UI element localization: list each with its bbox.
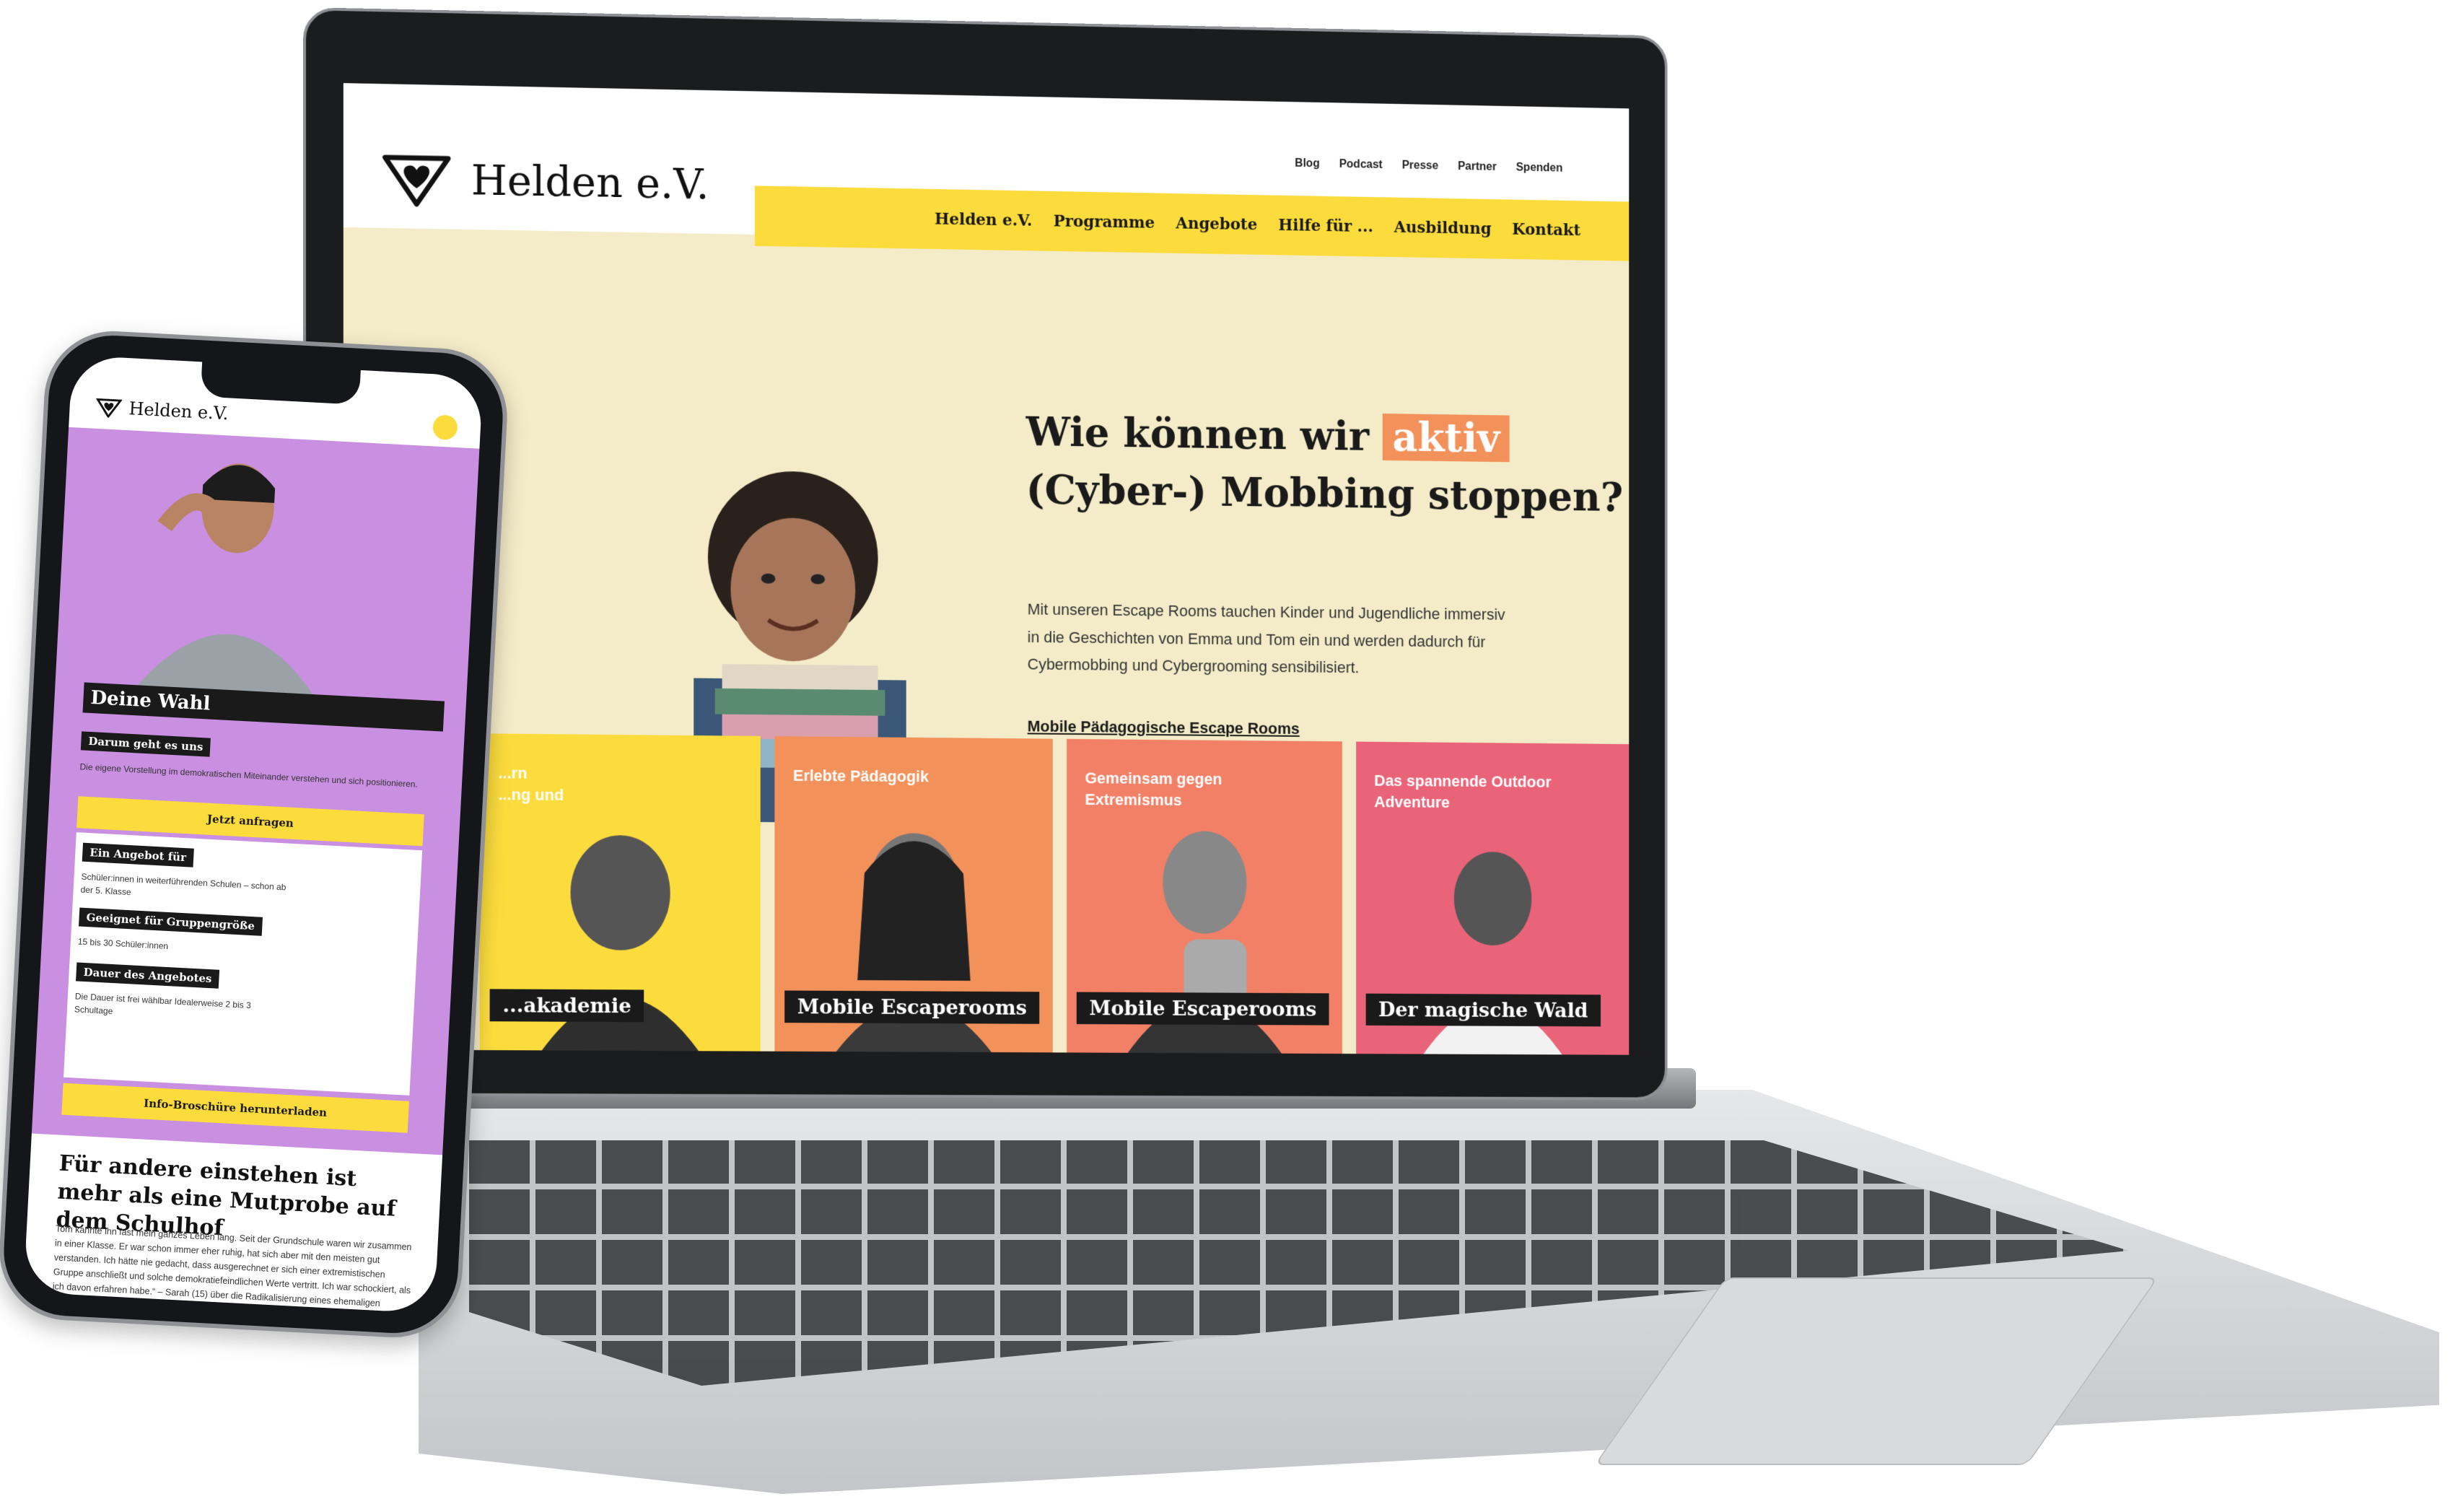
phone-text-2: Schüler:innen in weiterführenden Schulen… [80,871,287,898]
hero-text: Mit unseren Escape Rooms tauchen Kinder … [1027,600,1505,677]
phone-mockup: Helden e.V. Deine Wahl Darum geht es uns… [0,328,511,1341]
meta-nav: Blog Podcast Presse Partner Spenden [1295,157,1562,175]
card-extremismus[interactable]: Gemeinsam gegen Extremismus Mobile Escap… [1067,738,1342,1054]
brand-name: Helden e.V. [471,155,709,209]
phone-hero-photo-shouting-man [126,463,322,708]
program-cards: ...rn ...ng und ...akademie Erlebte Päda… [479,733,1630,1055]
nav-programme[interactable]: Programme [1054,212,1155,232]
meta-nav-presse[interactable]: Presse [1402,159,1438,173]
phone-hero: Deine Wahl Darum geht es uns Die eigene … [31,427,480,1155]
chip-darum: Darum geht es uns [80,731,211,757]
hero-link[interactable]: Mobile Pädagogische Escape Rooms [1028,717,1300,738]
phone-text-3: 15 bis 30 Schüler:innen [77,936,169,952]
phone-text-1: Die eigene Vorstellung im demokratischen… [79,761,419,790]
phone-screen: Helden e.V. Deine Wahl Darum geht es uns… [23,354,484,1314]
nav-ausbildung[interactable]: Ausbildung [1394,218,1492,238]
card-akademie[interactable]: ...rn ...ng und ...akademie [479,733,761,1052]
phone-text-4: Die Dauer ist frei wählbar Idealerweise … [74,991,252,1017]
phone-brand: Helden e.V. [128,398,229,424]
site-logo[interactable]: Helden e.V. [381,150,709,212]
phone-info-box: Ein Angebot für Schüler:innen in weiterf… [64,832,423,1096]
heart-diamond-icon [95,398,123,419]
card-erlebte-paedagogik[interactable]: Erlebte Pädagogik Mobile Escaperooms [774,736,1053,1053]
nav-kontakt[interactable]: Kontakt [1512,220,1580,240]
meta-nav-partner[interactable]: Partner [1458,160,1497,174]
meta-nav-podcast[interactable]: Podcast [1339,158,1383,172]
card-title: Mobile Escaperooms [1076,992,1329,1026]
phone-logo[interactable]: Helden e.V. [95,397,229,424]
nav-angebote[interactable]: Angebote [1176,214,1257,235]
meta-nav-spenden[interactable]: Spenden [1516,162,1563,175]
meta-nav-blog[interactable]: Blog [1295,157,1319,170]
card-magischer-wald[interactable]: Das spannende Outdoor Adventure Der magi… [1356,741,1630,1055]
chip-angebot: Ein Angebot für [82,842,194,868]
heart-diamond-icon [381,150,452,208]
hero-title-highlight: aktiv [1382,413,1510,463]
laptop-screen: Helden e.V. Blog Podcast Presse Partner … [343,83,1630,1055]
card-tag: Erlebte Pädagogik [792,766,929,786]
hero-title: Wie können wir aktiv (Cyber-) Mobbing st… [1026,403,1624,527]
card-title: Der magische Wald [1365,993,1601,1027]
nav-hilfe[interactable]: Hilfe für ... [1278,216,1373,236]
card-tag: ...rn ...ng und [498,764,564,804]
card-tag: Das spannende Outdoor Adventure [1374,772,1552,811]
card-title: ...akademie [489,989,644,1023]
hamburger-menu-icon[interactable] [432,414,458,441]
card-title: Mobile Escaperooms [784,990,1040,1024]
hero-title-start: Wie können wir [1025,408,1370,460]
chip-dauer: Dauer des Angebotes [76,962,220,989]
laptop-mockup: Helden e.V. Blog Podcast Presse Partner … [303,7,2454,1508]
nav-helden[interactable]: Helden e.V. [935,210,1032,230]
card-tag: Gemeinsam gegen Extremismus [1085,769,1223,809]
chip-gruppengroesse: Geeignet für Gruppengröße [78,907,263,936]
laptop-lid: Helden e.V. Blog Podcast Presse Partner … [303,7,1668,1101]
hero-title-line2: (Cyber-) Mobbing stoppen? [1025,466,1624,521]
